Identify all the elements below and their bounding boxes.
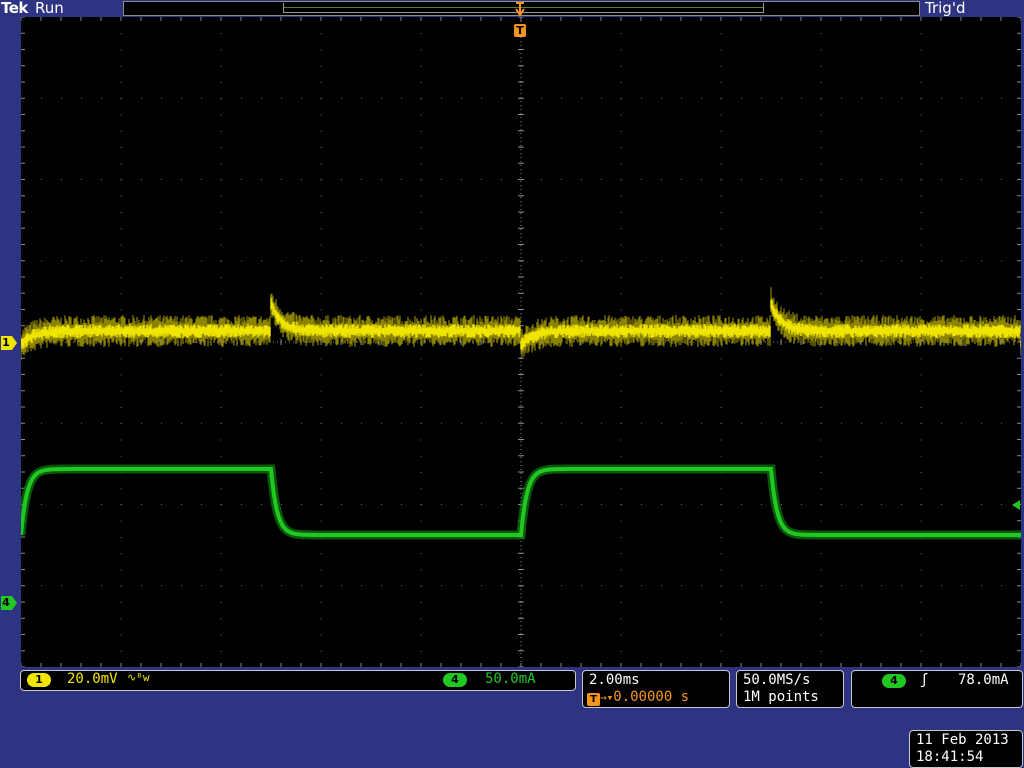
channel-1-marker-label: 1 (2, 336, 10, 349)
trigger-position-marker[interactable]: T (513, 0, 527, 40)
position-arrow-icon: →▾ (600, 691, 614, 704)
trigger-status: Trig'd (925, 0, 966, 17)
channel-4-badge: 4 (443, 673, 467, 687)
channel-1-badge: 1 (27, 673, 51, 687)
channel-4-marker-label: 4 (2, 596, 10, 609)
datetime-readout: 11 Feb 2013 18:41:54 (909, 730, 1023, 768)
channel-4-ground-marker[interactable]: 4 (0, 595, 18, 611)
channel-1-scale: 20.0mV (67, 671, 118, 687)
horizontal-scale: 2.00ms (589, 672, 640, 688)
rising-edge-icon: ʃ (920, 672, 929, 688)
channel-4-scale: 50.0mA (485, 671, 536, 687)
bandwidth-limit-icon: ∿ᴮw (127, 671, 150, 684)
trigger-t-icon: T (587, 693, 600, 706)
horizontal-position: T →▾0.00000 s (587, 689, 689, 706)
channel-readout[interactable]: 1 20.0mV ∿ᴮw 4 50.0mA (20, 670, 576, 691)
date: 11 Feb 2013 (916, 732, 1009, 748)
acquisition-readout[interactable]: 50.0MS/s 1M points (736, 670, 844, 708)
brand-logo: Tek (1, 0, 28, 17)
timebase-readout[interactable]: 2.00ms T →▾0.00000 s (582, 670, 730, 708)
channel-1-waveform (21, 287, 1021, 361)
trigger-level: 78.0mA (958, 672, 1009, 688)
sample-rate: 50.0MS/s (743, 672, 811, 688)
trigger-readout[interactable]: 4 ʃ 78.0mA (851, 670, 1023, 708)
channel-1-ground-marker[interactable]: 1 (0, 335, 18, 351)
horizontal-position-value: 0.00000 s (613, 689, 690, 705)
trigger-source-badge: 4 (882, 674, 906, 688)
trigger-marker-label: T (516, 24, 524, 37)
record-length: 1M points (743, 689, 819, 705)
trigger-level-marker[interactable] (1009, 496, 1021, 510)
run-status: Run (35, 0, 64, 17)
readout-panel: 1 20.0mV ∿ᴮw 4 50.0mA 2.00ms T →▾0.00000 … (0, 668, 1024, 768)
status-bar: Tek Run Trig'd (0, 0, 1024, 17)
channel-4-waveform (21, 464, 1021, 540)
time: 18:41:54 (916, 749, 984, 765)
channel-1-noise-envelope (21, 287, 1021, 361)
waveform-display[interactable] (21, 17, 1021, 667)
